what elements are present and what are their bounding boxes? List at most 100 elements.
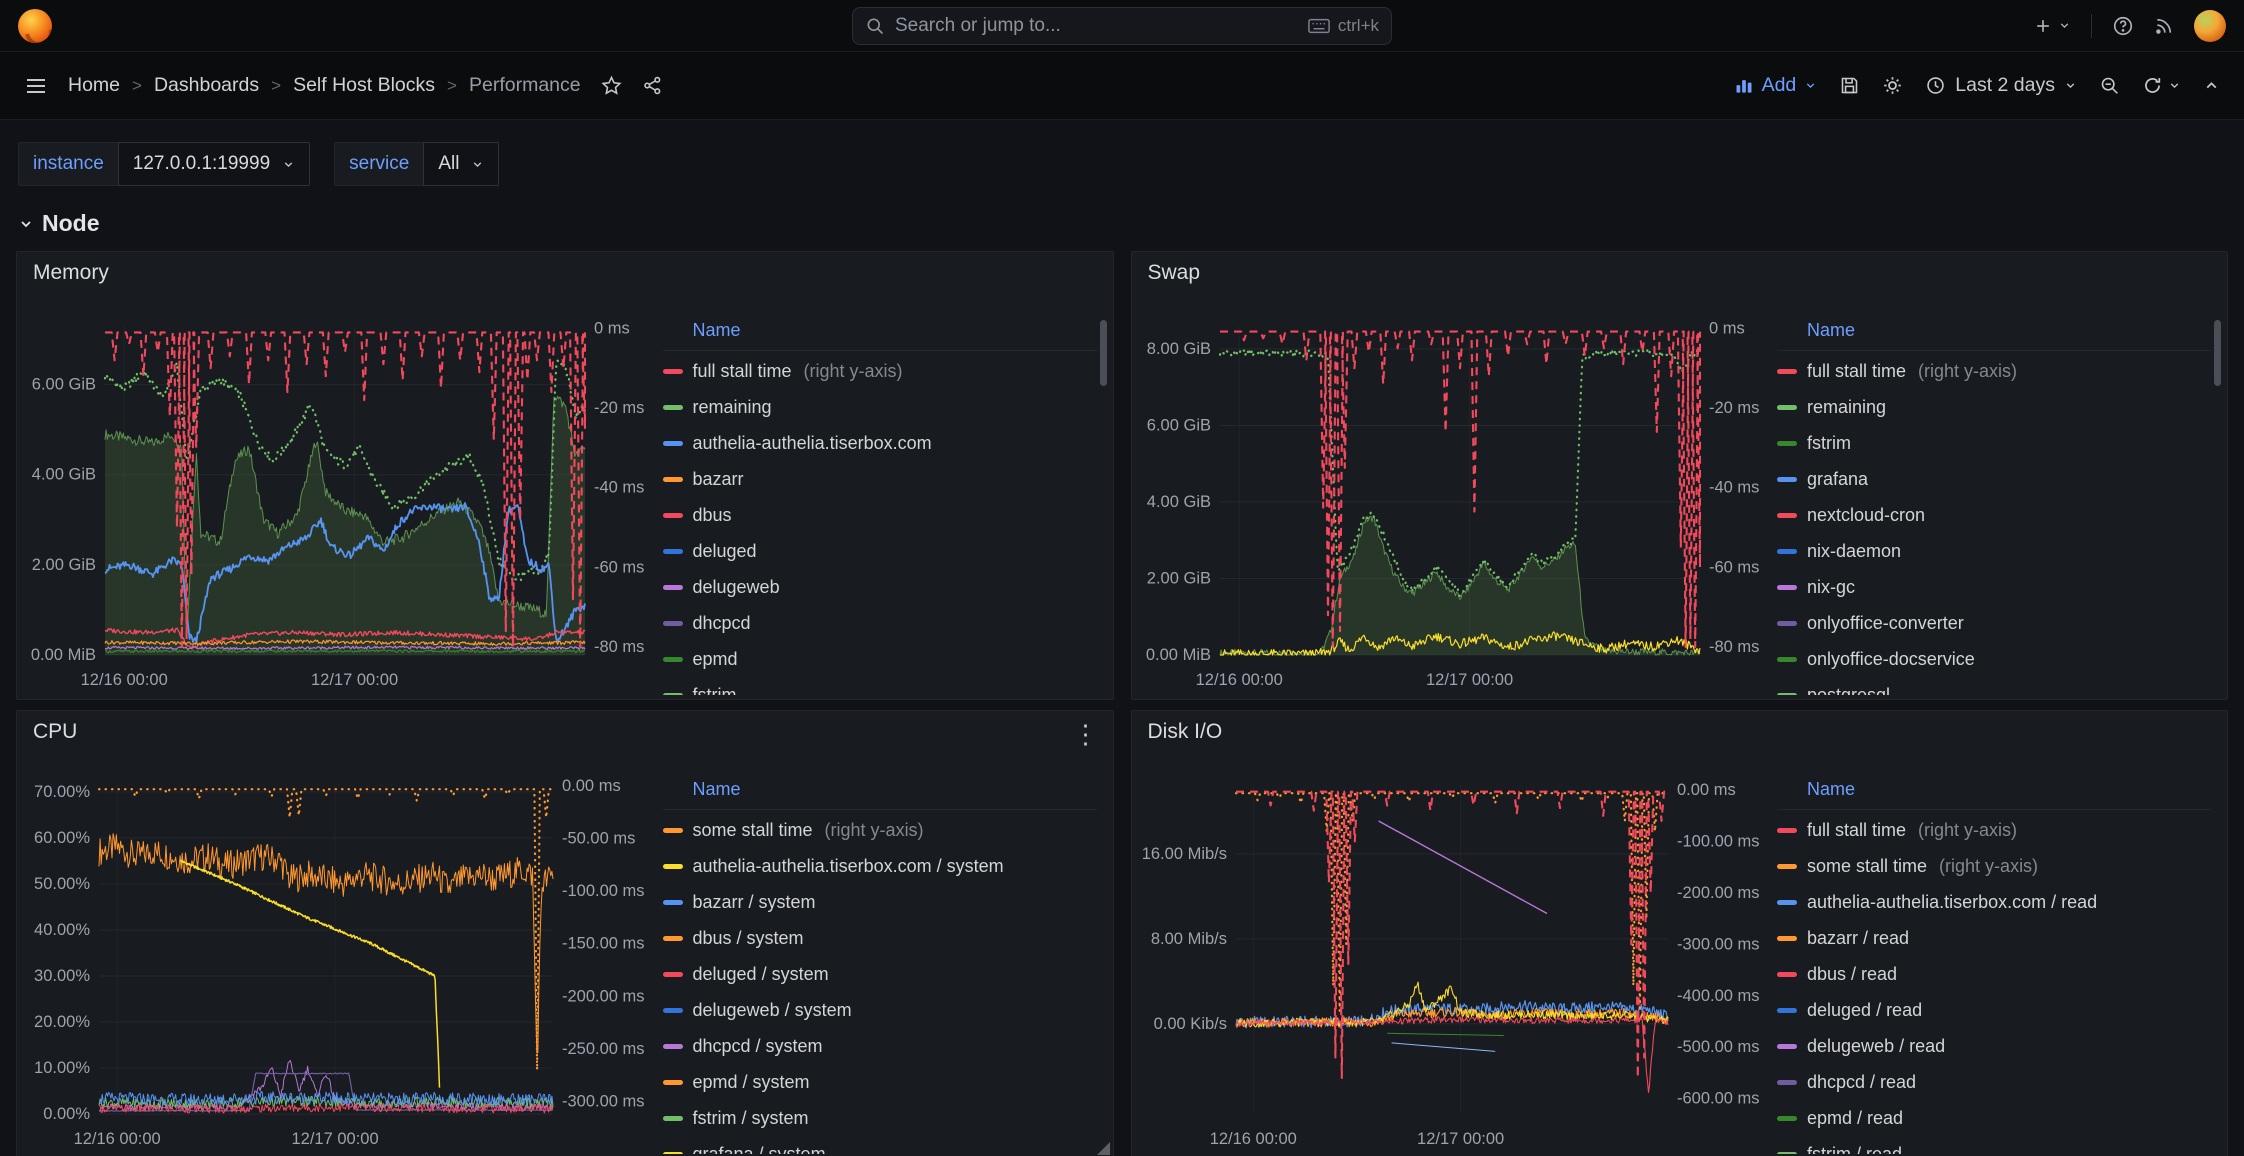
news-button[interactable] [2154,16,2174,36]
user-avatar[interactable] [2194,10,2226,42]
dashboard-settings-button[interactable] [1882,75,1903,96]
legend-item[interactable]: grafana / system [663,1136,1097,1154]
legend-item[interactable]: grafana [1777,461,2211,497]
legend-item[interactable]: remaining [1777,389,2211,425]
zoom-out-button[interactable] [2099,75,2120,96]
legend-item[interactable]: full stall time(right y-axis) [663,353,1097,389]
legend-item[interactable]: full stall time(right y-axis) [1777,812,2211,848]
breadcrumb-dashboards[interactable]: Dashboards [154,74,259,97]
chevron-down-icon [18,216,34,232]
series-color-swatch [663,693,683,696]
legend-item[interactable]: delugeweb / read [1777,1028,2211,1064]
legend-item[interactable]: dbus [663,497,1097,533]
help-button[interactable] [2112,15,2134,37]
chart-canvas[interactable]: 16.00 Mib/s8.00 Mib/s0.00 Kib/s0.00 ms-1… [1140,753,1772,1156]
legend-item[interactable]: nix-daemon [1777,533,2211,569]
panel-swap: Swap 8.00 GiB6.00 GiB4.00 GiB2.00 GiB0.0… [1131,251,2229,700]
legend-item[interactable]: fstrim [1777,425,2211,461]
row-node[interactable]: Node [0,190,2244,247]
legend-scrollbar[interactable] [2214,320,2221,386]
legend-item[interactable]: dhcpcd [663,605,1097,641]
legend-item[interactable]: fstrim / system [663,1100,1097,1136]
legend-item[interactable]: dhcpcd / read [1777,1064,2211,1100]
series-color-swatch [663,900,683,905]
legend-item[interactable]: onlyoffice-docservice [1777,641,2211,677]
legend-item[interactable]: delugeweb / system [663,992,1097,1028]
save-dashboard-button[interactable] [1839,75,1860,96]
svg-text:6.00 GiB: 6.00 GiB [32,376,96,394]
legend-item[interactable]: bazarr / system [663,884,1097,920]
legend-item[interactable]: deluged / read [1777,992,2211,1028]
variable-service-select[interactable]: All [423,142,499,186]
chart-canvas[interactable]: 70.00%60.00%50.00%40.00%30.00%20.00%10.0… [25,753,657,1156]
svg-text:0 ms: 0 ms [594,319,630,337]
legend-item[interactable]: postgresql [1777,677,2211,695]
favorite-button[interactable] [601,75,622,96]
menu-button[interactable] [24,74,48,98]
share-button[interactable] [642,75,663,96]
legend-item[interactable]: remaining [663,389,1097,425]
legend-item[interactable]: deluged / system [663,956,1097,992]
series-color-swatch [1777,900,1797,905]
legend-item[interactable]: authelia-authelia.tiserbox.com / system [663,848,1097,884]
legend-item[interactable]: authelia-authelia.tiserbox.com / read [1777,884,2211,920]
new-button[interactable] [2033,16,2071,36]
series-color-swatch [1777,477,1797,482]
panel-header[interactable]: Disk I/O [1132,711,2228,753]
legend-item[interactable]: dhcpcd / system [663,1028,1097,1064]
legend-item[interactable]: bazarr / read [1777,920,2211,956]
series-label: epmd [693,649,738,670]
series-label: dbus / read [1807,964,1897,985]
legend-item[interactable]: some stall time(right y-axis) [663,812,1097,848]
series-color-swatch [663,657,683,662]
series-label: nix-daemon [1807,541,1901,562]
legend-item[interactable]: some stall time(right y-axis) [1777,848,2211,884]
add-button[interactable]: Add [1734,74,1818,97]
collapse-toolbar-button[interactable] [2203,77,2220,94]
series-color-swatch [1777,369,1797,374]
legend-item[interactable]: deluged [663,533,1097,569]
legend-item[interactable]: bazarr [663,461,1097,497]
panel-grid: Memory 6.00 GiB4.00 GiB2.00 GiB0.00 MiB0… [0,247,2244,1156]
disk-io-time-series-chart[interactable]: 16.00 Mib/s8.00 Mib/s0.00 Kib/s0.00 ms-1… [1140,753,1772,1156]
variable-instance-select[interactable]: 127.0.0.1:19999 [118,142,310,186]
divider [2091,14,2092,38]
cpu-time-series-chart[interactable]: 70.00%60.00%50.00%40.00%30.00%20.00%10.0… [25,753,657,1156]
panel-header[interactable]: Swap [1132,252,2228,294]
legend-item[interactable]: full stall time(right y-axis) [1777,353,2211,389]
breadcrumb-home[interactable]: Home [68,74,120,97]
swap-time-series-chart[interactable]: 8.00 GiB6.00 GiB4.00 GiB2.00 GiB0.00 MiB… [1140,294,1772,697]
panel-menu-icon[interactable]: ⋮ [1069,717,1103,751]
legend-item[interactable]: authelia-authelia.tiserbox.com [663,425,1097,461]
legend-item[interactable]: fstrim / read [1777,1136,2211,1154]
search-input[interactable]: Search or jump to... ctrl+k [852,7,1392,45]
refresh-button[interactable] [2142,75,2181,96]
legend-item[interactable]: delugeweb [663,569,1097,605]
series-label: some stall time [693,820,813,841]
series-color-swatch [1777,657,1797,662]
rss-icon [2154,16,2174,36]
legend-item[interactable]: onlyoffice-converter [1777,605,2211,641]
chart-canvas[interactable]: 8.00 GiB6.00 GiB4.00 GiB2.00 GiB0.00 MiB… [1140,294,1772,697]
grafana-logo[interactable] [18,9,52,43]
breadcrumb-self-host-blocks[interactable]: Self Host Blocks [293,74,435,97]
legend-scrollbar[interactable] [1100,320,1107,386]
svg-text:0.00 MiB: 0.00 MiB [31,646,96,664]
time-range-picker[interactable]: Last 2 days [1925,74,2077,97]
panel-header[interactable]: Memory [17,252,1113,294]
memory-time-series-chart[interactable]: 6.00 GiB4.00 GiB2.00 GiB0.00 MiB0 ms-20 … [25,294,657,697]
legend-item[interactable]: nix-gc [1777,569,2211,605]
legend-item[interactable]: epmd [663,641,1097,677]
chart-canvas[interactable]: 6.00 GiB4.00 GiB2.00 GiB0.00 MiB0 ms-20 … [25,294,657,697]
legend-item[interactable]: epmd / system [663,1064,1097,1100]
legend-item[interactable]: dbus / read [1777,956,2211,992]
legend-item[interactable]: nextcloud-cron [1777,497,2211,533]
panel-header[interactable]: CPU [17,711,1113,753]
nav-bar: Home > Dashboards > Self Host Blocks > P… [0,52,2244,120]
legend-item[interactable]: fstrim [663,677,1097,695]
panel-resize-handle[interactable] [1097,1142,1110,1155]
chevron-down-icon [282,158,295,171]
series-label: nextcloud-cron [1807,505,1925,526]
legend-item[interactable]: dbus / system [663,920,1097,956]
legend-item[interactable]: epmd / read [1777,1100,2211,1136]
